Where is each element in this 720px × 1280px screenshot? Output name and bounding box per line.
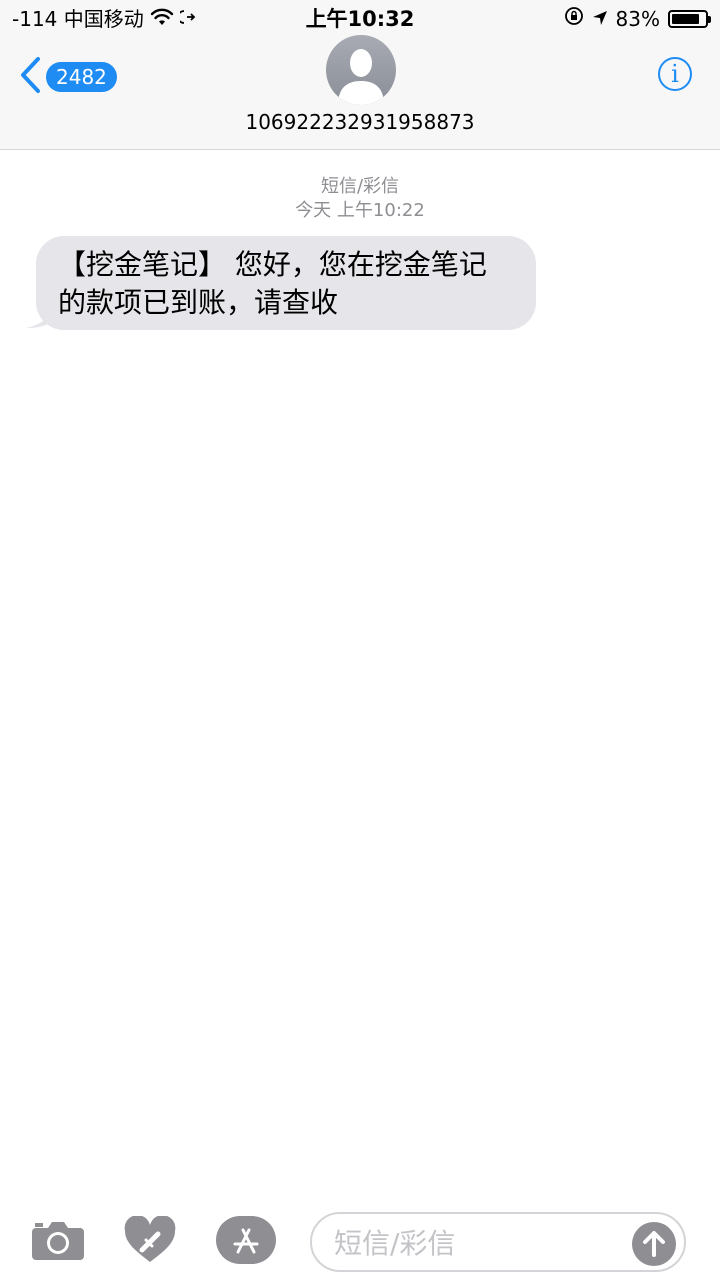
message-timestamp: 今天 上午10:22 [295, 200, 425, 221]
message-input[interactable] [332, 1222, 626, 1264]
message-type-label: 短信/彩信 [320, 176, 400, 197]
send-arrow-icon [643, 1231, 665, 1257]
composer-bar [0, 1200, 720, 1280]
camera-icon [32, 1222, 84, 1260]
back-button[interactable]: 2482 [18, 56, 117, 98]
send-button[interactable] [632, 1222, 676, 1266]
orientation-lock-icon [564, 0, 584, 38]
top-bar: -114 中国移动 上午10:32 83% 2482 1069222329319… [0, 0, 720, 150]
status-right: 83% [564, 0, 711, 38]
info-icon: i [671, 60, 679, 88]
digital-touch-icon [124, 1215, 176, 1262]
status-bar: -114 中国移动 上午10:32 83% [0, 0, 720, 38]
contact-avatar[interactable] [326, 35, 396, 105]
app-store-button[interactable] [216, 1216, 276, 1268]
app-store-icon [216, 1216, 276, 1264]
battery-icon [668, 10, 711, 28]
message-text-line-1: 【挖金笔记】 您好，您在挖金笔记 [58, 248, 487, 281]
contact-number[interactable]: 106922232931958873 [0, 108, 720, 136]
location-icon [592, 0, 608, 38]
chevron-left-icon [18, 56, 42, 98]
battery-percent: 83% [615, 7, 660, 31]
digital-touch-button[interactable] [124, 1215, 176, 1268]
person-icon [338, 49, 384, 105]
unread-count-badge: 2482 [46, 62, 117, 92]
battery-fill [672, 14, 699, 24]
message-input-wrapper [310, 1212, 686, 1272]
incoming-message-bubble[interactable]: 【挖金笔记】 您好，您在挖金笔记 的款项已到账，请查收 [36, 236, 536, 330]
camera-button[interactable] [32, 1220, 84, 1264]
message-text-line-2: 的款项已到账，请查收 [58, 286, 339, 319]
info-button[interactable]: i [658, 57, 692, 91]
